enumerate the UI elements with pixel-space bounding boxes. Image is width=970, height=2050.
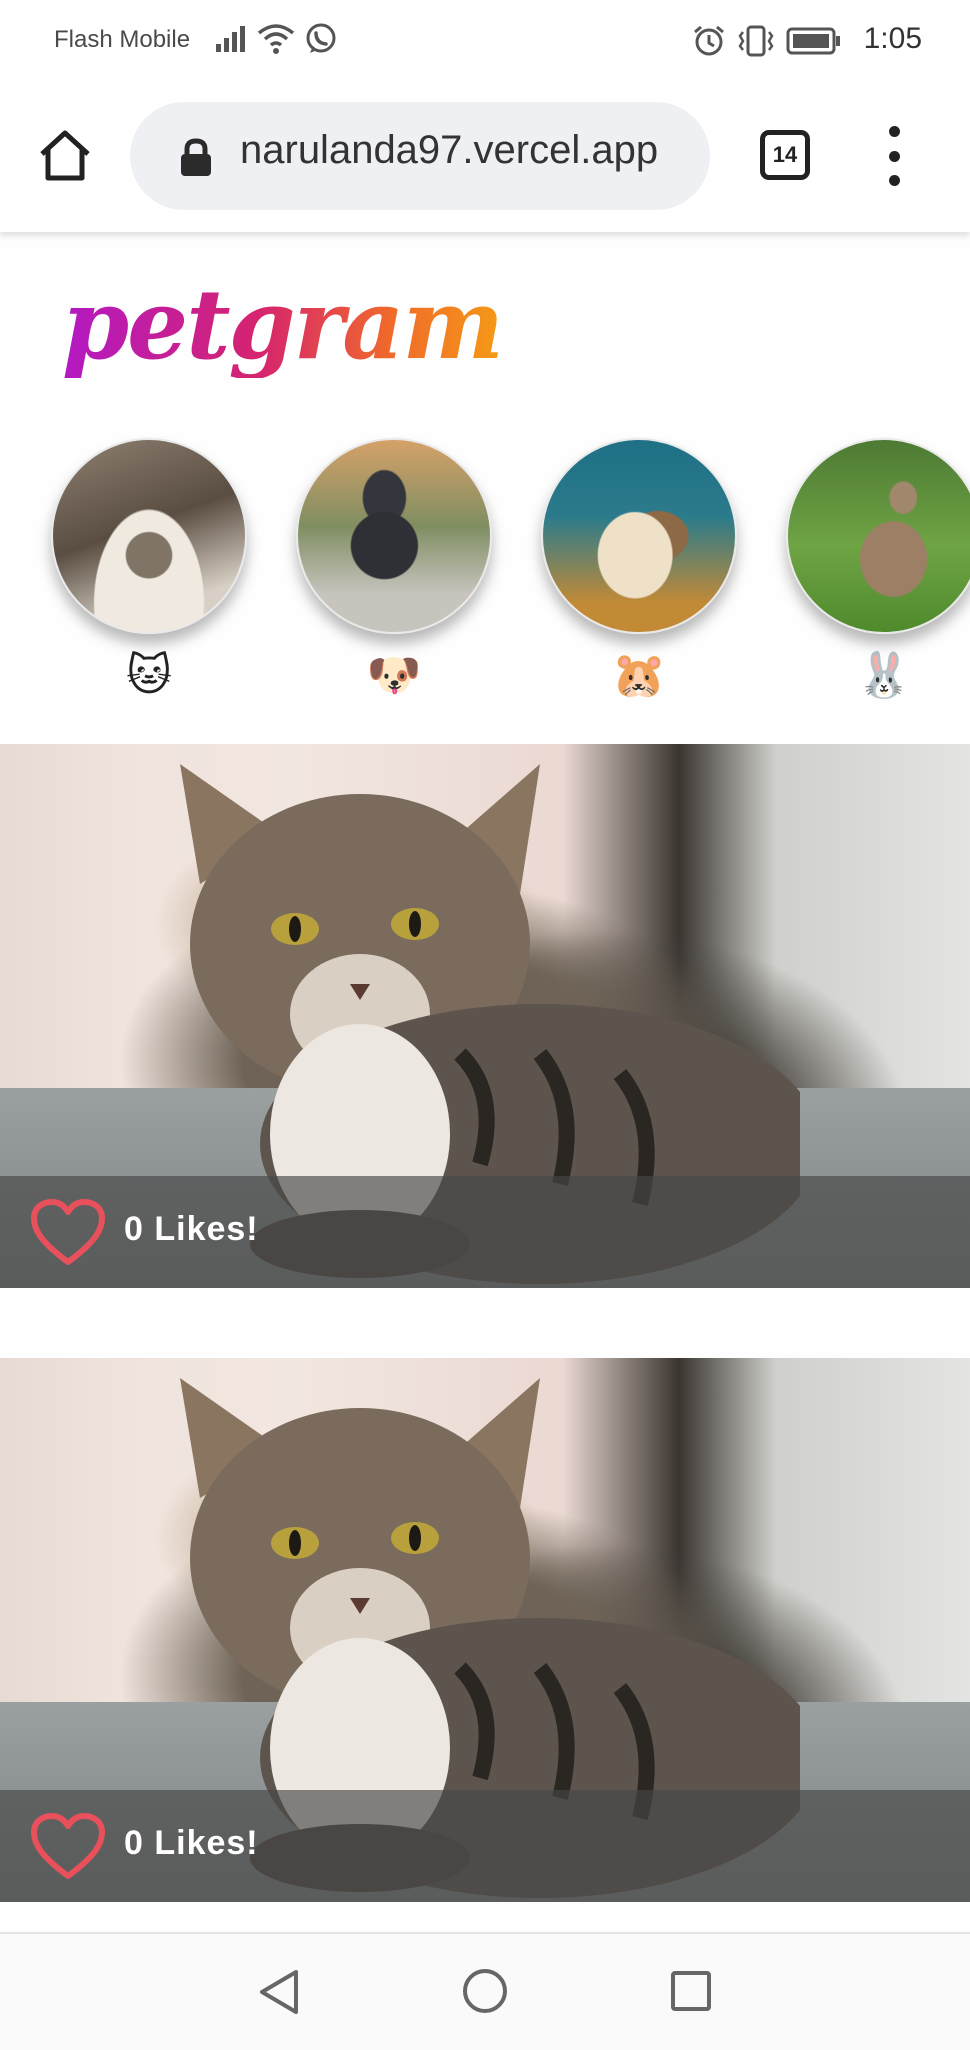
category-list: 🐱 🐶 🐹 🐰 <box>0 436 970 706</box>
battery-icon <box>786 27 840 55</box>
category-rabbits[interactable]: 🐰 <box>784 436 970 704</box>
browser-menu-button[interactable] <box>880 126 908 186</box>
home-icon <box>40 130 90 181</box>
category-avatar <box>51 438 247 634</box>
category-emoji: 🐶 <box>366 650 422 701</box>
category-cats[interactable]: 🐱 <box>49 436 249 704</box>
alarm-icon <box>694 25 724 56</box>
likes-count: 0 Likes! <box>124 1824 259 1862</box>
petgram-logo[interactable]: petgram <box>62 272 504 378</box>
category-dogs[interactable]: 🐶 <box>294 436 494 704</box>
like-bar: 0 Likes! <box>0 1176 970 1288</box>
category-emoji: 🐹 <box>611 650 667 701</box>
browser-home-button[interactable] <box>36 126 94 184</box>
category-hamsters[interactable]: 🐹 <box>539 436 739 704</box>
heart-icon[interactable] <box>30 1812 106 1880</box>
dot <box>888 126 900 137</box>
system-navigation-bar <box>0 1932 970 2050</box>
vibrate-icon <box>738 25 774 57</box>
recent-apps-icon[interactable] <box>670 1970 712 2012</box>
status-icons-left <box>214 22 338 56</box>
carrier-name: Flash Mobile <box>54 26 191 53</box>
home-circle-icon[interactable] <box>462 1968 508 2014</box>
category-avatar <box>786 438 970 634</box>
clock: 1:05 <box>863 22 922 55</box>
photo-card: 0 Likes! <box>0 1358 970 1902</box>
back-icon[interactable] <box>256 1968 300 2016</box>
category-emoji: 🐱 <box>126 650 172 701</box>
category-avatar <box>541 438 737 634</box>
category-emoji: 🐰 <box>856 650 912 701</box>
photo-card: 0 Likes! <box>0 744 970 1288</box>
lock-icon <box>181 138 211 176</box>
like-bar: 0 Likes! <box>0 1790 970 1902</box>
status-icons-right <box>692 24 842 58</box>
dot <box>888 175 900 186</box>
category-avatar <box>296 438 492 634</box>
heart-icon[interactable] <box>30 1198 106 1266</box>
likes-count: 0 Likes! <box>124 1210 259 1248</box>
tab-switcher-button[interactable]: 14 <box>760 130 810 180</box>
browser-toolbar: narulanda97.vercel.app 14 <box>0 82 970 232</box>
status-bar: Flash Mobile 1:05 <box>0 0 970 82</box>
signal-icon <box>216 26 245 52</box>
whatsapp-icon <box>306 23 336 53</box>
url-text: narulanda97.vercel.app <box>240 128 659 172</box>
address-bar[interactable]: narulanda97.vercel.app <box>130 102 710 210</box>
dot <box>888 150 900 162</box>
wifi-icon <box>257 24 295 54</box>
